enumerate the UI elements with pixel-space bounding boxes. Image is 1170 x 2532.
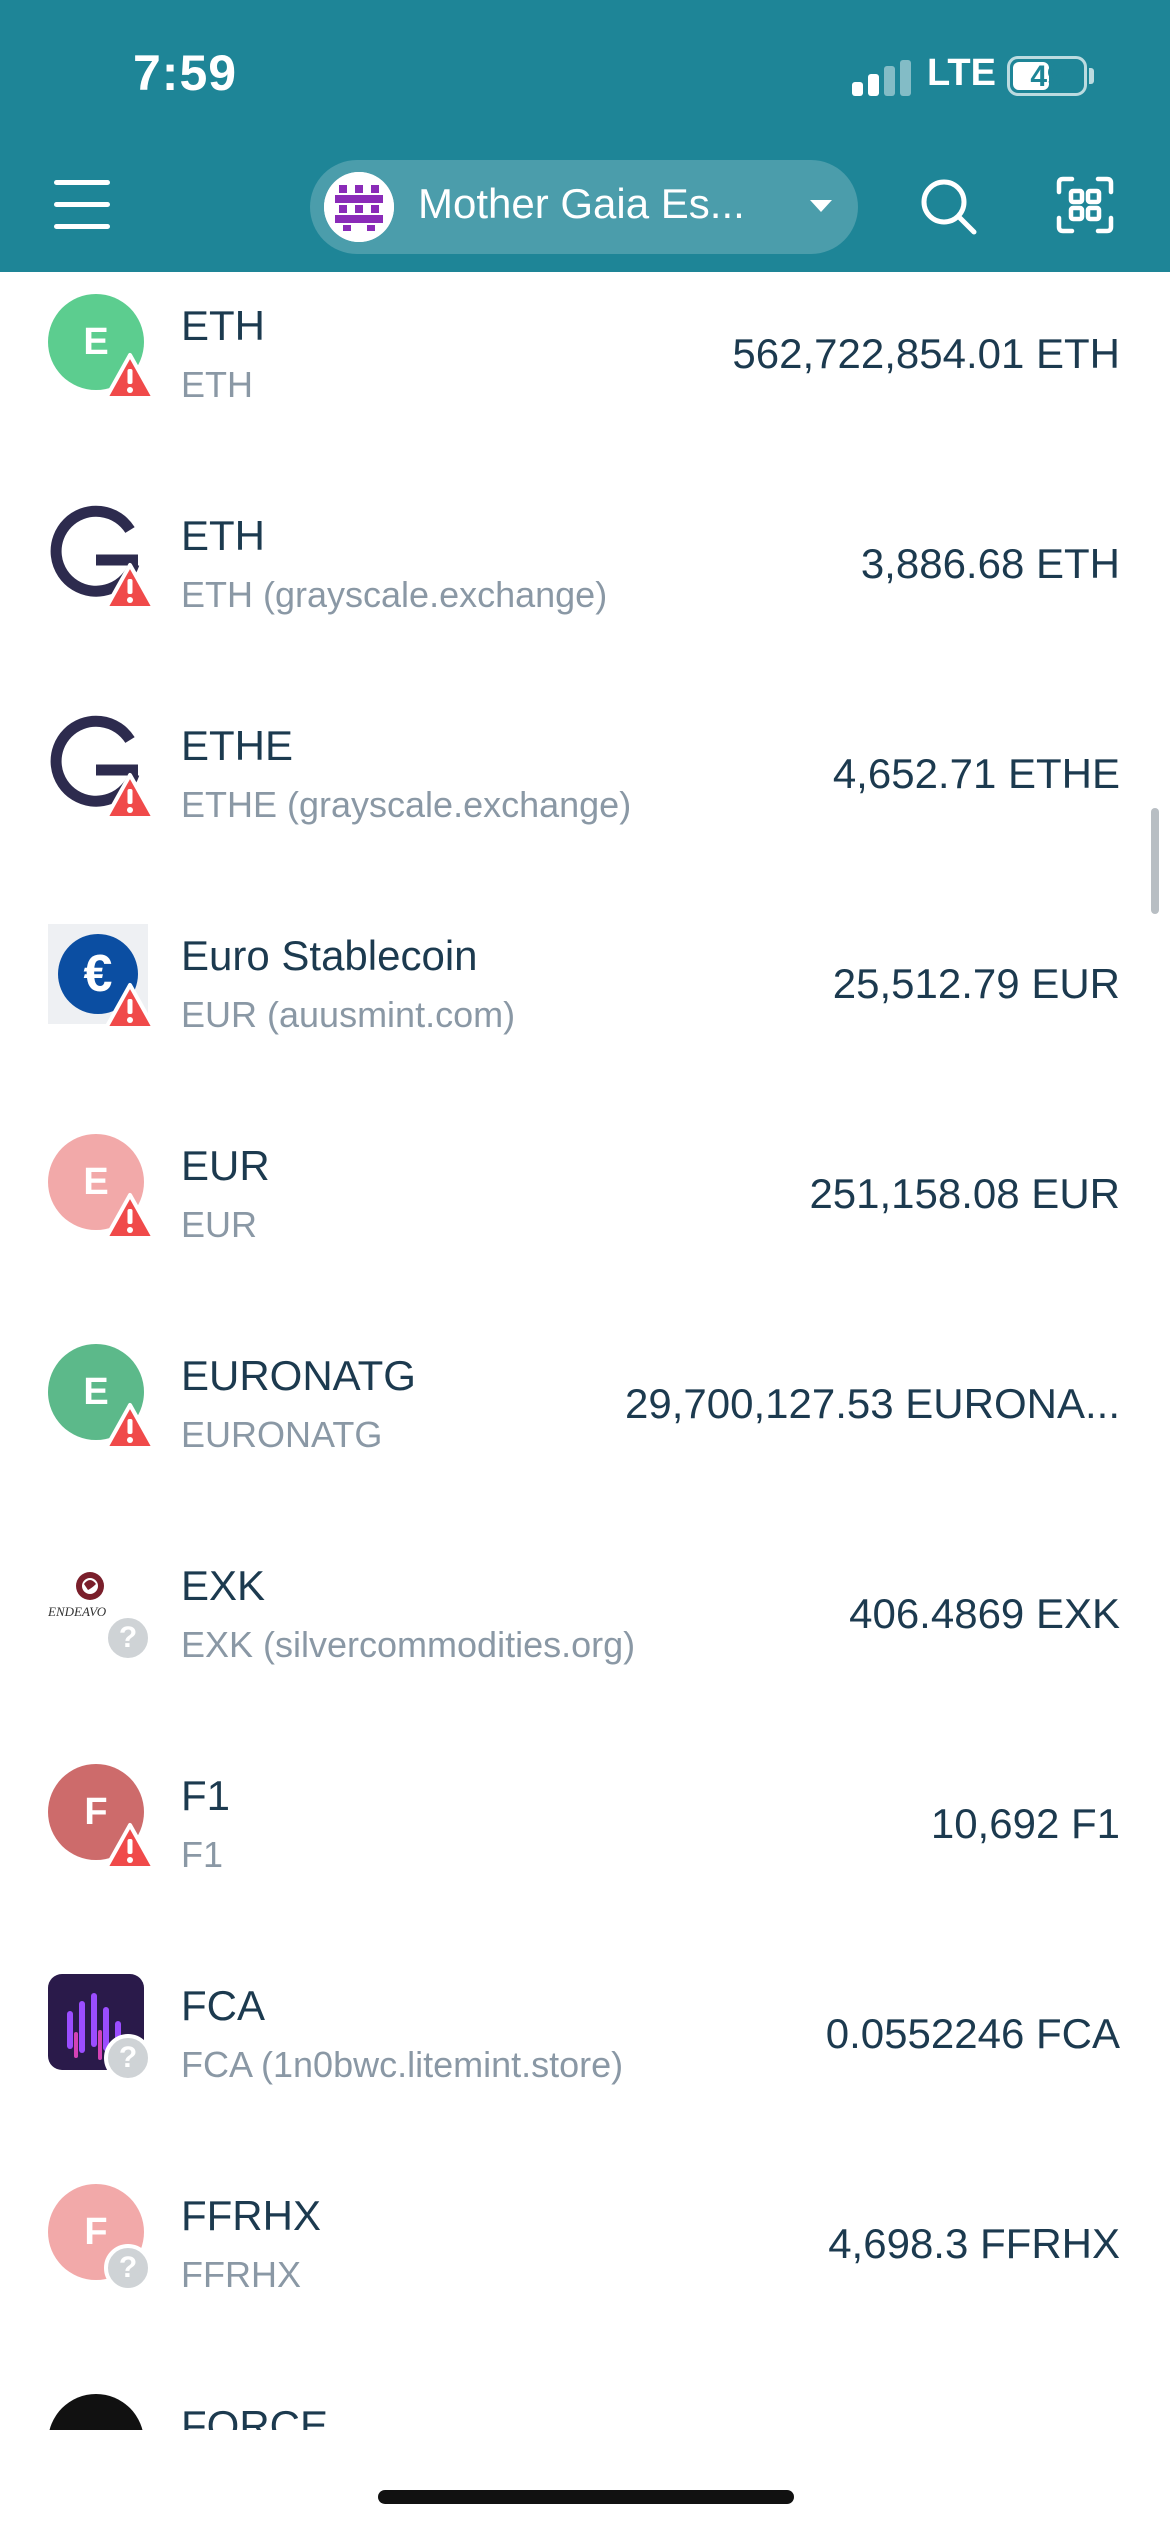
warning-icon [104,353,156,400]
asset-row[interactable]: € Euro Stablecoin EUR (auusmint.com) 25,… [0,912,1170,1112]
warning-icon [104,1193,156,1240]
asset-row[interactable]: F ? FFRHX FFRHX 4,698.3 FFRHX [0,2172,1170,2372]
asset-name: ETH [181,512,265,559]
warning-icon [104,1403,156,1450]
grayscale-logo-icon [48,504,156,610]
unknown-icon: ? [104,2034,152,2082]
asset-subtitle: EURONATG [181,1414,383,1455]
asset-subtitle: ETH (grayscale.exchange) [181,574,608,615]
asset-name: Euro Stablecoin [181,932,478,979]
chevron-down-icon [810,200,832,212]
asset-icon: F ? [48,2184,152,2292]
asset-subtitle: EXK (silvercommodities.org) [181,1624,636,1665]
asset-name: F1 [181,1772,231,1819]
asset-row[interactable]: E EURONATG EURONATG 29,700,127.53 EURONA… [0,1332,1170,1532]
asset-amount: 406.4869 EXK [849,1590,1120,1637]
asset-row[interactable]: ETHE ETHE (grayscale.exchange) 4,652.71 … [0,702,1170,902]
asset-row[interactable]: E ETH ETH 562,722,854.01 ETH [0,282,1170,482]
endeavour-logo-icon: ENDEAVO ? [48,1554,152,1662]
warning-icon [104,983,156,1030]
home-indicator[interactable] [378,2490,794,2504]
asset-row[interactable]: ETH ETH (grayscale.exchange) 3,886.68 ET… [0,492,1170,692]
battery-icon: 49 [1007,56,1087,96]
asset-amount: 29,700,127.53 EURONA... [625,1380,1120,1427]
asset-row[interactable]: F F1 F1 10,692 F1 [0,1752,1170,1952]
app-header: 7:59 LTE 49 Mother Gaia Es... [0,0,1170,272]
asset-row[interactable]: ENDEAVO ? EXK EXK (silvercommodities.org… [0,1542,1170,1742]
euro-coin-icon: € [48,924,156,1030]
asset-amount: 4,698.3 FFRHX [828,2220,1120,2267]
asset-name: FCA [181,1982,265,2029]
asset-amount: 4,652.71 ETHE [832,750,1120,797]
asset-name: ETHE [181,722,294,769]
asset-subtitle: ETHE (grayscale.exchange) [181,784,632,825]
asset-name: FFRHX [181,2192,321,2239]
asset-amount: 3,886.68 ETH [860,540,1120,587]
asset-name: FORCE [181,2402,328,2430]
battery-level: 49 [1030,60,1064,93]
asset-amount: 10,692 F1 [930,1800,1120,1847]
account-selector[interactable]: Mother Gaia Es... [310,160,858,254]
battery-nub [1089,68,1094,84]
fca-logo-icon: ? [48,1974,152,2082]
asset-row[interactable]: FORCE [0,2382,1170,2430]
asset-name: EUR [181,1142,270,1189]
menu-button[interactable] [54,180,116,232]
asset-subtitle: FCA (1n0bwc.litemint.store) [181,2044,624,2085]
asset-icon: E [48,1134,156,1240]
asset-amount: 0.0552246 FCA [825,2010,1120,2057]
asset-name: ETH [181,302,265,349]
search-icon[interactable] [918,176,978,236]
network-type: LTE [927,52,996,94]
asset-row[interactable]: E EUR EUR 251,158.08 EUR [0,1122,1170,1322]
account-name: Mother Gaia Es... [418,180,745,227]
asset-amount: 25,512.79 EUR [832,960,1120,1007]
asset-subtitle: EUR (auusmint.com) [181,994,516,1035]
asset-amount: 251,158.08 EUR [809,1170,1120,1217]
asset-icon: E [48,294,156,400]
unknown-icon: ? [104,1614,152,1662]
asset-name: EURONATG [181,1352,416,1399]
asset-subtitle: FFRHX [181,2254,301,2295]
asset-list[interactable]: E ETH ETH 562,722,854.01 ETH ETH ETH (gr… [0,272,1170,2430]
grayscale-logo-icon [48,714,156,820]
scrollbar[interactable] [1151,808,1159,914]
status-time: 7:59 [133,45,238,101]
warning-icon [104,773,156,820]
account-avatar [324,172,394,242]
signal-icon [852,60,914,96]
warning-icon [104,1823,156,1870]
asset-subtitle: EUR [181,1204,258,1245]
asset-amount: 562,722,854.01 ETH [732,330,1120,377]
asset-subtitle: ETH [181,364,253,405]
asset-row[interactable]: ? FCA FCA (1n0bwc.litemint.store) 0.0552… [0,1962,1170,2162]
unknown-icon: ? [104,2244,152,2292]
asset-icon: E [48,1344,156,1450]
asset-name: EXK [181,1562,266,1609]
force-logo-icon [48,2394,148,2430]
asset-subtitle: F1 [181,1834,224,1875]
warning-icon [104,563,156,610]
qr-scan-icon[interactable] [1056,176,1114,234]
asset-icon: F [48,1764,156,1870]
